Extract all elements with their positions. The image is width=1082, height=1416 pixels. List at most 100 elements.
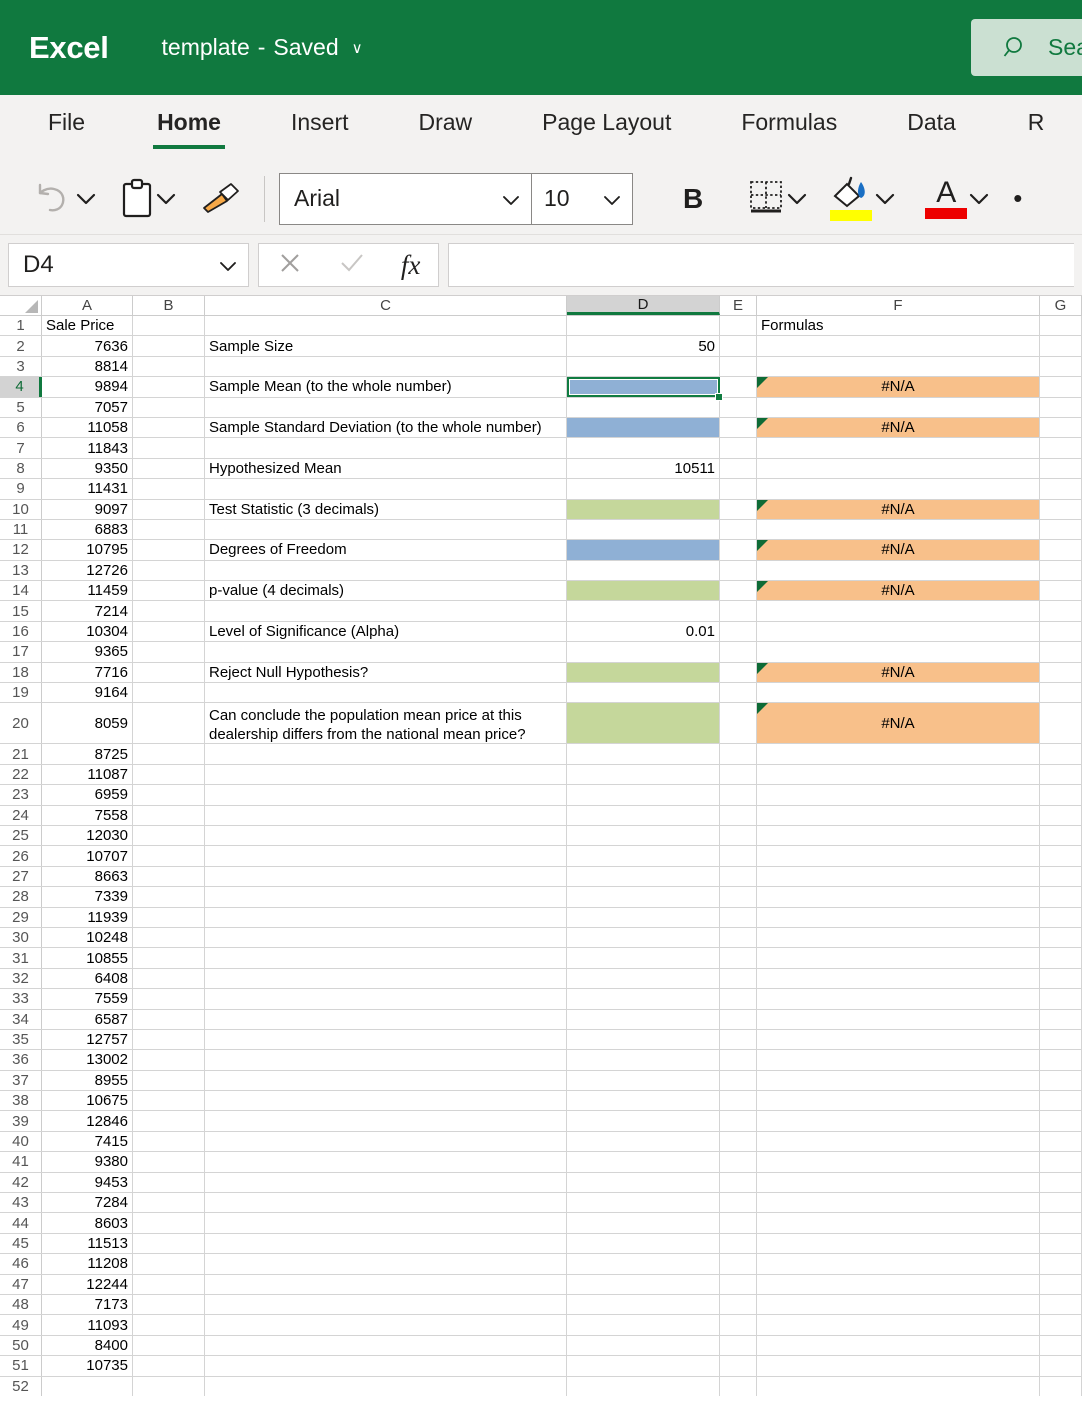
cell-a36[interactable]: 13002 <box>42 1050 133 1070</box>
cell-d43[interactable] <box>567 1193 720 1213</box>
cell-c14[interactable]: p-value (4 decimals) <box>205 581 567 601</box>
row-header-35[interactable]: 35 <box>0 1029 42 1050</box>
cell-a12[interactable]: 10795 <box>42 540 133 560</box>
cell-f7[interactable] <box>757 438 1040 458</box>
cell-a20[interactable]: 8059 <box>42 703 133 744</box>
cell-f25[interactable] <box>757 825 1040 846</box>
row-header-36[interactable]: 36 <box>0 1050 42 1070</box>
borders-button[interactable] <box>747 178 785 220</box>
cell-g19[interactable] <box>1040 683 1082 703</box>
row-header-25[interactable]: 25 <box>0 825 42 846</box>
row-header-33[interactable]: 33 <box>0 989 42 1009</box>
cell-a31[interactable]: 10855 <box>42 948 133 968</box>
cell-e4[interactable] <box>720 377 757 397</box>
cell-e20[interactable] <box>720 703 757 744</box>
cell-f4[interactable]: #N/A <box>757 377 1040 397</box>
row-header-14[interactable]: 14 <box>0 581 42 601</box>
cell-e22[interactable] <box>720 764 757 785</box>
cell-g50[interactable] <box>1040 1335 1082 1356</box>
cell-e38[interactable] <box>720 1091 757 1111</box>
cell-d10[interactable] <box>567 499 720 519</box>
cell-c39[interactable] <box>205 1111 567 1131</box>
cell-f28[interactable] <box>757 887 1040 907</box>
row-header-51[interactable]: 51 <box>0 1356 42 1376</box>
cell-g23[interactable] <box>1040 785 1082 805</box>
cell-d52[interactable] <box>567 1376 720 1396</box>
cell-e5[interactable] <box>720 397 757 417</box>
cell-b13[interactable] <box>133 560 205 581</box>
cell-b33[interactable] <box>133 989 205 1009</box>
cell-f47[interactable] <box>757 1274 1040 1294</box>
cell-e11[interactable] <box>720 519 757 540</box>
cell-f9[interactable] <box>757 479 1040 499</box>
cell-f19[interactable] <box>757 683 1040 703</box>
row-header-19[interactable]: 19 <box>0 683 42 703</box>
cell-e46[interactable] <box>720 1254 757 1274</box>
row-header-39[interactable]: 39 <box>0 1111 42 1131</box>
cell-b15[interactable] <box>133 601 205 621</box>
undo-button[interactable] <box>30 179 74 219</box>
cell-f48[interactable] <box>757 1294 1040 1315</box>
column-header-e[interactable]: E <box>720 296 757 315</box>
cell-a44[interactable]: 8603 <box>42 1213 133 1233</box>
cell-e18[interactable] <box>720 662 757 683</box>
cell-c45[interactable] <box>205 1233 567 1254</box>
cell-e13[interactable] <box>720 560 757 581</box>
cell-a9[interactable]: 11431 <box>42 479 133 499</box>
cell-g4[interactable] <box>1040 377 1082 397</box>
cell-g47[interactable] <box>1040 1274 1082 1294</box>
font-color-button[interactable]: A <box>925 178 968 219</box>
cell-b6[interactable] <box>133 417 205 438</box>
cell-c50[interactable] <box>205 1335 567 1356</box>
cell-b16[interactable] <box>133 621 205 642</box>
cell-b35[interactable] <box>133 1029 205 1050</box>
cell-a48[interactable]: 7173 <box>42 1294 133 1315</box>
cell-c17[interactable] <box>205 642 567 662</box>
cell-g14[interactable] <box>1040 581 1082 601</box>
row-header-18[interactable]: 18 <box>0 662 42 683</box>
cell-d45[interactable] <box>567 1233 720 1254</box>
row-header-44[interactable]: 44 <box>0 1213 42 1233</box>
cell-g1[interactable] <box>1040 316 1082 336</box>
cell-e12[interactable] <box>720 540 757 560</box>
cell-b17[interactable] <box>133 642 205 662</box>
cell-d47[interactable] <box>567 1274 720 1294</box>
cell-d37[interactable] <box>567 1070 720 1091</box>
cell-e40[interactable] <box>720 1131 757 1152</box>
cell-a27[interactable]: 8663 <box>42 866 133 887</box>
cell-b36[interactable] <box>133 1050 205 1070</box>
cell-b34[interactable] <box>133 1009 205 1029</box>
cell-b42[interactable] <box>133 1172 205 1193</box>
cell-e50[interactable] <box>720 1335 757 1356</box>
row-header-6[interactable]: 6 <box>0 417 42 438</box>
cell-d28[interactable] <box>567 887 720 907</box>
cell-f30[interactable] <box>757 927 1040 948</box>
row-header-1[interactable]: 1 <box>0 316 42 336</box>
cell-d48[interactable] <box>567 1294 720 1315</box>
cell-b41[interactable] <box>133 1152 205 1172</box>
cell-d33[interactable] <box>567 989 720 1009</box>
cell-g20[interactable] <box>1040 703 1082 744</box>
cell-a49[interactable]: 11093 <box>42 1315 133 1335</box>
cell-e3[interactable] <box>720 356 757 377</box>
cell-c44[interactable] <box>205 1213 567 1233</box>
row-header-24[interactable]: 24 <box>0 805 42 825</box>
cell-b51[interactable] <box>133 1356 205 1376</box>
row-header-50[interactable]: 50 <box>0 1335 42 1356</box>
cell-g6[interactable] <box>1040 417 1082 438</box>
cell-a43[interactable]: 7284 <box>42 1193 133 1213</box>
row-header-20[interactable]: 20 <box>0 703 42 744</box>
cell-a32[interactable]: 6408 <box>42 968 133 989</box>
cell-f33[interactable] <box>757 989 1040 1009</box>
cell-d44[interactable] <box>567 1213 720 1233</box>
cell-f22[interactable] <box>757 764 1040 785</box>
cell-f37[interactable] <box>757 1070 1040 1091</box>
cell-f43[interactable] <box>757 1193 1040 1213</box>
row-header-37[interactable]: 37 <box>0 1070 42 1091</box>
cell-b20[interactable] <box>133 703 205 744</box>
cell-b2[interactable] <box>133 336 205 356</box>
cell-e15[interactable] <box>720 601 757 621</box>
cell-a7[interactable]: 11843 <box>42 438 133 458</box>
cell-d26[interactable] <box>567 846 720 866</box>
cell-g11[interactable] <box>1040 519 1082 540</box>
